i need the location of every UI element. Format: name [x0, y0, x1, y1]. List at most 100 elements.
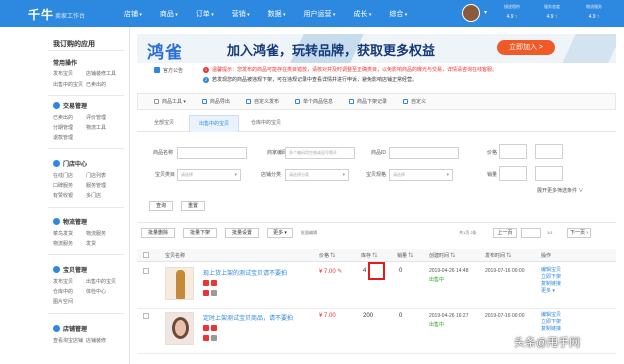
more-link[interactable]: 更多 ▾ — [541, 288, 561, 295]
title-input[interactable] — [177, 147, 247, 159]
sidebar-link[interactable]: 在线门店 — [53, 172, 86, 179]
edit-link[interactable]: 编辑宝贝 — [541, 312, 561, 319]
prev-page-button[interactable]: 上一页 — [493, 228, 517, 238]
nav-goods[interactable]: 商品 — [160, 9, 178, 19]
sidebar-link[interactable]: 已卖出的 — [53, 114, 86, 121]
select-all-checkbox[interactable] — [143, 252, 149, 258]
sidebar-link[interactable]: 查看淘宝店铺 — [53, 337, 86, 344]
offshelf-link[interactable]: 立即下架 — [541, 274, 561, 281]
page-number-input[interactable] — [521, 228, 541, 238]
row-checkbox[interactable] — [143, 313, 149, 319]
rule-select[interactable]: 请选择 — [389, 169, 453, 181]
nav-general[interactable]: 综合 — [389, 9, 407, 19]
sidebar-link[interactable]: 物流服务 — [53, 240, 86, 247]
category-select[interactable]: 请选择 — [177, 169, 241, 181]
sidebar-link[interactable]: 发货 — [86, 240, 119, 247]
bulk-offshelf-button[interactable]: 批量下架 — [183, 228, 217, 238]
sidebar-link[interactable]: 发布宝贝 — [53, 278, 86, 285]
toolbar-goods-tools[interactable]: 商品工具 ▾ — [154, 98, 186, 105]
search-button[interactable]: 查询 — [149, 201, 173, 211]
product-image[interactable] — [165, 312, 194, 345]
col-sales[interactable]: 销量 ⇅ — [397, 252, 413, 259]
tab-in-stock[interactable]: 仓库中的宝贝 — [247, 115, 285, 132]
stock-value[interactable]: 200 — [363, 313, 373, 319]
next-page-button[interactable]: 下一页 › — [567, 228, 591, 238]
col-published[interactable]: 发布时间 ⇅ — [485, 252, 511, 259]
sidebar-link[interactable]: 店铺装修 — [86, 337, 119, 344]
sidebar-link[interactable]: 店铺装修工具 — [86, 70, 119, 77]
sidebar-link[interactable]: 口碑服务 — [53, 182, 86, 189]
sidebar-link[interactable]: 出售中的宝贝 — [86, 278, 119, 285]
bulk-edit-link[interactable]: 批量编辑 — [301, 230, 317, 236]
toolbar-custom-publish[interactable]: 自定义发布 — [245, 98, 279, 105]
sidebar-link[interactable]: 出售中的宝贝 — [53, 81, 86, 88]
sidebar-row: 仓库中的 体检中心 — [53, 288, 119, 295]
col-price[interactable]: 价格 ⇅ — [319, 252, 335, 259]
price-min-input[interactable] — [499, 144, 527, 159]
price-value[interactable]: ¥ 7.00 ✎ — [319, 268, 342, 275]
tab-all[interactable]: 全部宝贝 — [145, 115, 183, 132]
row-checkbox[interactable] — [143, 268, 149, 274]
sidebar-link[interactable]: 退款管理 — [53, 134, 86, 141]
price-value[interactable]: ¥ 7.00 — [319, 313, 336, 319]
notice-line-2[interactable]: 2 若发现您的商品被违规下架，可在违规记录中查看详情并进行申诉，避免影响店铺正常经… — [203, 76, 417, 83]
divider — [48, 207, 124, 208]
nav-user-ops[interactable]: 用户运营 — [304, 9, 336, 19]
col-created[interactable]: 创建时间 ⇅ — [429, 252, 455, 259]
toolbar-single-info[interactable]: 单个商品信息 — [294, 98, 333, 105]
sidebar-link[interactable]: 图片空间 — [53, 298, 86, 305]
nav-shop[interactable]: 店铺 — [124, 9, 142, 19]
sidebar-link[interactable]: 物流服务 — [86, 230, 119, 237]
sidebar-link[interactable]: 门店列表 — [86, 172, 119, 179]
sidebar-link[interactable]: 菜鸟发货 — [53, 230, 86, 237]
sidebar-link[interactable]: 分期管理 — [53, 124, 86, 131]
nav-data[interactable]: 数据 — [268, 9, 286, 19]
offshelf-link[interactable]: 立即下架 — [541, 319, 561, 326]
id-input[interactable] — [389, 147, 459, 159]
sidebar-link[interactable]: 体检中心 — [86, 288, 119, 295]
sidebar-link[interactable]: 物流工具 — [86, 124, 119, 131]
sidebar-link[interactable]: 发布宝贝 — [53, 70, 86, 77]
product-image[interactable] — [165, 267, 194, 300]
sales-max-input[interactable] — [535, 166, 563, 181]
product-tags — [203, 290, 219, 296]
sidebar-section-logistics: 物流管理 — [53, 217, 87, 226]
tab-on-sale[interactable]: 出售中的宝贝 — [189, 115, 239, 132]
more-filters-link[interactable]: 展开更多筛选条件 ∨ — [537, 187, 583, 194]
chevron-down-icon[interactable]: ▾ — [484, 9, 487, 16]
divider — [137, 222, 616, 223]
col-stock[interactable]: 库存 ⇅ — [361, 252, 377, 259]
sidebar-link[interactable]: 多门店 — [86, 192, 119, 199]
product-title[interactable]: 现上货上架的测试宝贝请不要拍 — [203, 268, 287, 277]
join-button[interactable]: 立即加入 > — [497, 40, 555, 55]
promo-banner[interactable]: 鸿雀 加入鸿雀，玩转品牌，获取更多权益 立即加入 > — [137, 34, 616, 63]
sidebar-link[interactable]: 有赞收银 — [53, 192, 86, 199]
nav-growth[interactable]: 成长 — [353, 9, 371, 19]
nav-marketing[interactable]: 营销 — [232, 9, 250, 19]
toolbar-export[interactable]: 商品导出 — [201, 98, 230, 105]
price-max-input[interactable] — [535, 144, 563, 159]
notice-line-1[interactable]: 1 温馨提示：您发布的商品可能存在类目错放，请核对并及时调整至正确类目，以免影响商… — [203, 66, 497, 73]
copy-link[interactable]: 复制链接 — [541, 326, 561, 333]
nav-orders[interactable]: 订单 — [196, 9, 214, 19]
copy-link[interactable]: 复制链接 — [541, 281, 561, 288]
shop-category-select[interactable]: 请选择分类 — [285, 169, 349, 181]
more-button[interactable]: 更多 ▾ — [267, 228, 293, 238]
bulk-settings-button[interactable]: 批量设置 — [225, 228, 259, 238]
reset-button[interactable]: 重置 — [181, 201, 205, 211]
sidebar-link[interactable]: 评价管理 — [86, 114, 119, 121]
code-input[interactable]: 多个编码用空格或逗号隔开 — [285, 147, 355, 159]
sidebar-link[interactable]: 服务管理 — [86, 182, 119, 189]
toolbar-offshelf-log[interactable]: 商品下架记录 — [348, 98, 387, 105]
bulk-delete-button[interactable]: 批量删除 — [141, 228, 175, 238]
stock-value[interactable]: 4 — [363, 268, 366, 274]
edit-link[interactable]: 编辑宝贝 — [541, 267, 561, 274]
toolbar-custom[interactable]: 自定义 — [402, 98, 426, 105]
sales-min-input[interactable] — [499, 166, 527, 181]
product-title[interactable]: 定时上架测试宝贝商品，请不要拍 — [203, 313, 293, 322]
sidebar-link[interactable]: 仓库中的 — [53, 288, 86, 295]
sidebar-link[interactable]: 已卖出的 — [86, 81, 119, 88]
app-logo[interactable]: 千牛 — [28, 6, 54, 23]
avatar[interactable] — [462, 4, 480, 22]
log-icon — [348, 99, 354, 104]
